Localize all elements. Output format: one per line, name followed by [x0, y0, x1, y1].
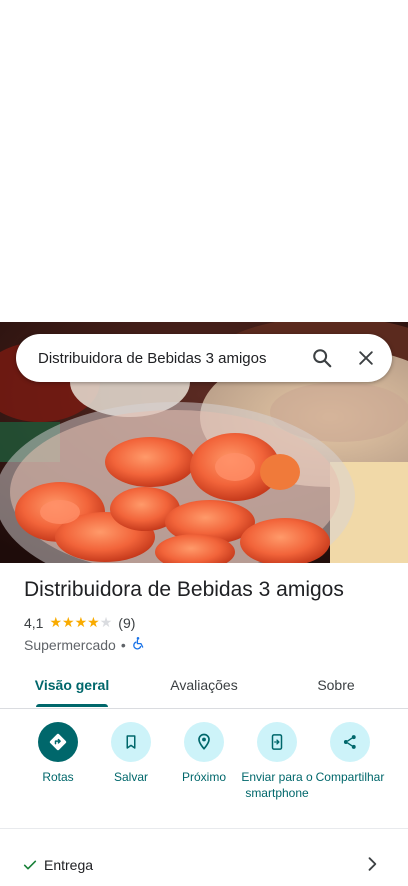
search-icon[interactable]	[302, 338, 342, 378]
place-title: Distribuidora de Bebidas 3 amigos	[24, 578, 344, 601]
star-icon: ★	[49, 614, 63, 630]
save-button[interactable]: Salvar	[92, 722, 170, 785]
nearby-label: Próximo	[181, 770, 226, 784]
reviews-count[interactable]: (9)	[118, 615, 135, 631]
send-to-phone-icon[interactable]	[257, 722, 297, 762]
star-empty-icon: ★	[99, 614, 113, 630]
category-row: Supermercado •	[24, 636, 145, 653]
place-category: Supermercado	[24, 636, 116, 653]
directions-label: Rotas	[42, 770, 74, 784]
delivery-label: Entrega	[44, 857, 94, 873]
rating-stars: ★ ★ ★ ★ ★	[49, 614, 112, 631]
tab-avaliacoes[interactable]: Avaliações	[154, 662, 254, 708]
bookmark-icon[interactable]	[111, 722, 151, 762]
save-label: Salvar	[113, 770, 148, 784]
tab-visao-geral[interactable]: Visão geral	[24, 662, 120, 708]
separator-dot: •	[120, 636, 126, 653]
search-bar[interactable]: Distribuidora de Bebidas 3 amigos	[16, 334, 392, 382]
nearby-icon[interactable]	[184, 722, 224, 762]
place-tabs: Visão geral Avaliações Sobre	[0, 662, 408, 709]
star-icon: ★	[74, 614, 88, 630]
wheelchair-icon	[131, 636, 145, 653]
share-button[interactable]: Compartilhar	[311, 722, 389, 785]
send-to-phone-label: Enviar para o smartphone	[241, 770, 313, 800]
map-area	[0, 0, 408, 322]
nearby-button[interactable]: Próximo	[165, 722, 243, 785]
share-label: Compartilhar	[315, 770, 385, 784]
delivery-row[interactable]: Entrega	[0, 846, 408, 886]
star-icon: ★	[87, 614, 100, 630]
active-tab-indicator	[36, 704, 108, 707]
share-icon[interactable]	[330, 722, 370, 762]
tab-sobre[interactable]: Sobre	[296, 662, 376, 708]
chevron-right-icon[interactable]	[362, 854, 382, 879]
search-input[interactable]: Distribuidora de Bebidas 3 amigos	[38, 350, 302, 367]
rating-value: 4,1	[24, 614, 44, 631]
rating-row[interactable]: 4,1 ★ ★ ★ ★ ★ (9)	[24, 614, 135, 631]
check-icon	[22, 857, 38, 878]
directions-button[interactable]: Rotas	[19, 722, 97, 785]
close-icon[interactable]	[346, 338, 386, 378]
directions-icon[interactable]	[38, 722, 78, 762]
star-icon: ★	[62, 614, 75, 630]
action-buttons: Rotas Salvar Próximo Enviar para o smart…	[0, 722, 408, 829]
send-to-phone-button[interactable]: Enviar para o smartphone	[238, 722, 316, 801]
